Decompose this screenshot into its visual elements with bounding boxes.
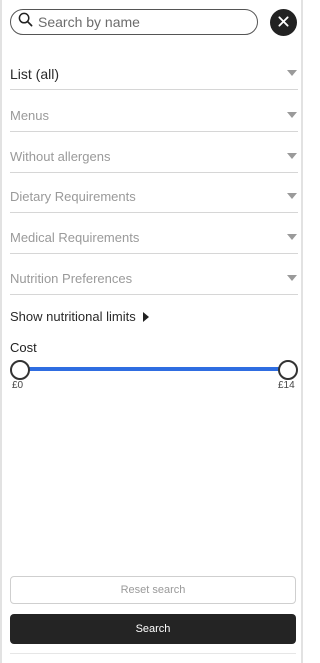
search-input[interactable] [38, 14, 238, 30]
cost-label: Cost [10, 340, 37, 355]
reset-search-button[interactable]: Reset search [10, 576, 296, 604]
filter-dietary-label: Dietary Requirements [10, 189, 136, 204]
nutritional-limits-label: Show nutritional limits [10, 309, 136, 324]
triangle-right-icon [142, 311, 149, 322]
search-row [10, 9, 297, 37]
right-frame-border [301, 0, 303, 663]
filter-menus-dropdown[interactable]: Menus [10, 108, 298, 132]
cost-max-value: £14 [278, 380, 295, 391]
caret-down-icon [287, 112, 297, 118]
show-nutritional-limits-toggle[interactable]: Show nutritional limits [10, 309, 149, 324]
cost-min-value: £0 [12, 380, 24, 391]
caret-down-icon [287, 153, 297, 159]
close-icon [278, 14, 289, 32]
filter-nutrition-label: Nutrition Preferences [10, 271, 133, 286]
caret-down-icon [287, 193, 297, 199]
caret-down-icon [287, 275, 297, 281]
bottom-divider [10, 653, 296, 654]
filter-medical-label: Medical Requirements [10, 230, 140, 245]
filter-list-dropdown[interactable]: List (all) [10, 66, 298, 90]
search-icon [18, 12, 33, 32]
search-box[interactable] [10, 9, 258, 35]
cost-range-slider[interactable] [10, 359, 298, 380]
filter-allergens-label: Without allergens [10, 149, 111, 164]
filter-allergens-dropdown[interactable]: Without allergens [10, 149, 298, 173]
close-button[interactable] [270, 9, 297, 36]
search-button[interactable]: Search [10, 614, 296, 644]
slider-track [18, 367, 289, 371]
caret-down-icon [287, 70, 297, 76]
filter-dietary-dropdown[interactable]: Dietary Requirements [10, 189, 298, 213]
filter-menus-label: Menus [10, 108, 50, 123]
slider-min-handle[interactable] [10, 360, 30, 380]
filter-list-label: List (all) [10, 66, 60, 82]
caret-down-icon [287, 234, 297, 240]
filter-medical-dropdown[interactable]: Medical Requirements [10, 230, 298, 254]
filter-nutrition-dropdown[interactable]: Nutrition Preferences [10, 271, 298, 295]
left-frame-border [0, 0, 2, 663]
slider-max-handle[interactable] [278, 360, 298, 380]
